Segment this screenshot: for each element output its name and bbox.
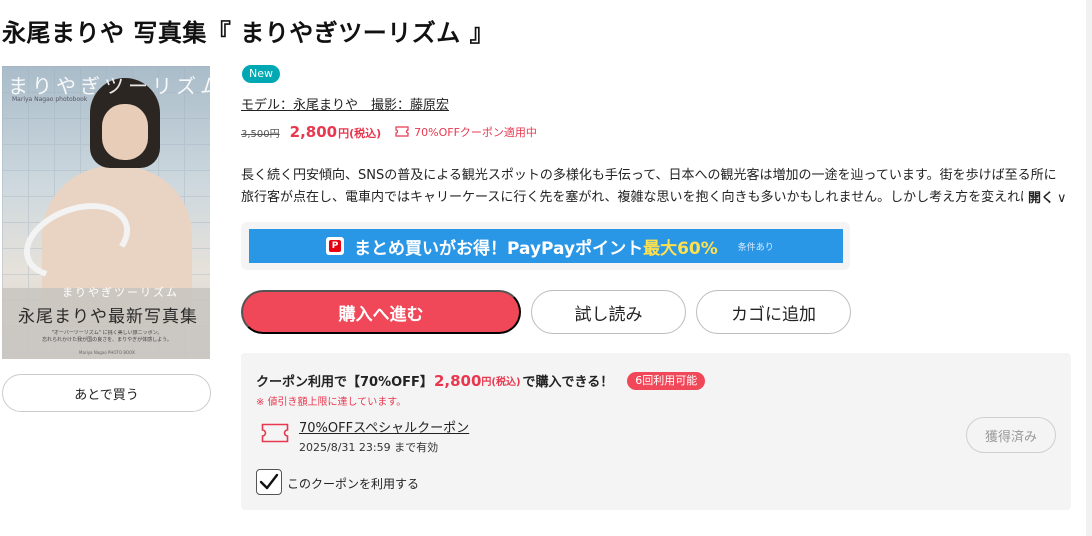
cover-main-title: 永尾まりや最新写真集 [18, 307, 198, 327]
coupon-panel: クーポン利用で【70%OFF】 2,800 円(税込) で購入できる！ 6回利用… [241, 353, 1071, 510]
purchase-button[interactable]: 購入へ進む [241, 290, 521, 334]
coupon-warning: ※ 値引き額上限に達しています。 [256, 397, 407, 408]
check-icon [259, 473, 279, 490]
buy-later-button[interactable]: あとで買う [2, 374, 211, 412]
sample-read-button[interactable]: 試し読み [531, 290, 686, 334]
banner-text: まとめ買いがお得！PayPayポイント [354, 238, 644, 259]
cover-tagline-1: "オーバーツーリズム" に挑く美しい旅ニッポン。 [51, 330, 163, 336]
use-coupon-label[interactable]: このクーポンを利用する [287, 475, 419, 492]
product-title: 永尾まりや 写真集『 まりやぎツーリズム 』 [2, 19, 495, 47]
credit-link[interactable]: モデル：永尾まりや 撮影：藤原宏 [241, 94, 449, 113]
cover-subtitle: Mariya Nagao photobook [12, 96, 88, 103]
price-row: 3,500円 2,800 円(税込) 70%OFFクーポン適用中 [241, 123, 537, 141]
page-scrollbar[interactable] [1086, 0, 1092, 536]
cover-band-script: まりやぎツーリズム [62, 286, 179, 299]
add-to-cart-button[interactable]: カゴに追加 [696, 290, 851, 334]
new-badge: New [242, 65, 280, 83]
sale-price: 2,800 [289, 123, 338, 141]
sale-price-unit: 円(税込) [338, 127, 382, 140]
coupon-acquired-button[interactable]: 獲得済み [966, 417, 1056, 453]
banner-highlight: 最大60% [643, 238, 718, 259]
chevron-down-icon: ∨ [1057, 191, 1067, 206]
coupon-applied-tag: 70%OFFクーポン適用中 [395, 124, 537, 140]
paypay-banner-inner: P まとめ買いがお得！PayPayポイント 最大60% 条件あり [249, 229, 843, 263]
original-price: 3,500円 [241, 129, 280, 140]
cover-figure-face [102, 104, 148, 160]
expand-label: 開く [1028, 191, 1055, 206]
coupon-applied-text: 70%OFFクーポン適用中 [414, 125, 537, 139]
ticket-icon [261, 423, 289, 443]
cover-script-title: まりやぎツーリズム [8, 74, 210, 98]
description-line-2: 旅行客が点在し、電車内ではキャリーケースに行く先を塞がれ、複雑な思いを抱く向きも… [241, 190, 1023, 205]
coupon-headline: クーポン利用で【70%OFF】 2,800 円(税込) で購入できる！ 6回利用… [256, 371, 706, 390]
coupon-validity: 2025/8/31 23:59 まで有効 [299, 441, 439, 454]
cover-image[interactable]: まりやぎツーリズム Mariya Nagao photobook まりやぎツーリ… [2, 66, 210, 359]
ticket-icon [395, 126, 409, 137]
coupon-headline-suffix: で購入できる！ [522, 375, 614, 390]
paypay-banner[interactable]: P まとめ買いがお得！PayPayポイント 最大60% 条件あり [241, 222, 850, 270]
product-description: 長く続く円安傾向、SNSの普及による観光スポットの多様化も手伝って、日本への観光… [241, 165, 1063, 209]
cover-footer-text: Mariya Nagao PHOTO BOOK [79, 350, 135, 355]
use-coupon-checkbox[interactable] [256, 469, 282, 495]
description-line-1: 長く続く円安傾向、SNSの普及による観光スポットの多様化も手伝って、日本への観光… [241, 168, 1057, 183]
coupon-headline-prefix: クーポン利用で【70%OFF】 [256, 375, 433, 390]
expand-description-button[interactable]: 開く ∨ [1024, 187, 1067, 206]
paypay-logo-icon: P [326, 237, 344, 255]
cover-tagline-2: 忘れられかけた我が国の良さを、まりやぎが体感しよう。 [42, 337, 172, 343]
cover-tagline: "オーバーツーリズム" に挑く美しい旅ニッポン。 忘れられかけた我が国の良さを、… [12, 330, 202, 344]
banner-conditions: 条件あり [737, 242, 774, 253]
usage-count-badge: 6回利用可能 [627, 371, 706, 390]
coupon-price: 2,800 [433, 371, 482, 390]
coupon-price-unit: 円(税込) [481, 377, 521, 388]
coupon-name-link[interactable]: 70%OFFスペシャルクーポン [299, 417, 469, 436]
